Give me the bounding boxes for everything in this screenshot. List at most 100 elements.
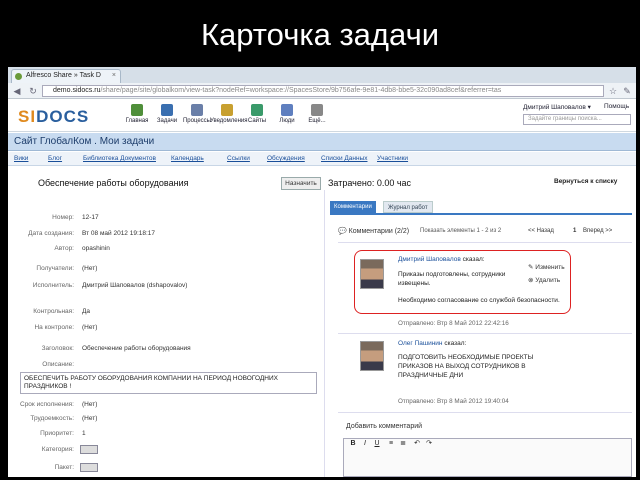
task-title: Обеспечение работы оборудования	[38, 178, 189, 188]
field-value: Дмитрий Шаповалов (dshapovalov)	[82, 282, 188, 289]
field-label: Номер:	[52, 214, 74, 221]
nav-label: Процессы	[182, 118, 211, 124]
browser-tab[interactable]: Alfresco Share » Task D ×	[11, 69, 121, 83]
next-page-link[interactable]: Вперед >>	[583, 228, 612, 234]
nav-4[interactable]: Сайты	[240, 104, 274, 124]
edit-comment-button[interactable]: ✎ Изменить	[528, 263, 565, 271]
user-menu[interactable]: Дмитрий Шаповалов ▾	[523, 103, 591, 111]
field-label: Категория:	[41, 446, 74, 453]
tab-underline	[330, 213, 632, 215]
comment-2-sent: Отправлено: Втр 8 Май 2012 19:40:04	[398, 398, 509, 405]
slide-title: Карточка задачи	[200, 17, 440, 52]
nav-icon	[221, 104, 233, 116]
page-number[interactable]: 1	[573, 228, 576, 234]
site-nav-2[interactable]: Библиотека Документов	[83, 152, 156, 166]
comment-1: Дмитрий Шаповалов сказал:	[398, 256, 485, 263]
category-select[interactable]	[80, 445, 98, 454]
divider	[338, 412, 632, 413]
nav-0[interactable]: Главная	[120, 104, 154, 124]
back-to-list-link[interactable]: Вернуться к списку	[554, 178, 617, 185]
nav-icon	[161, 104, 173, 116]
field-label: Пакет:	[54, 464, 74, 471]
help-link[interactable]: Помощь	[604, 103, 629, 110]
site-title-bar: Сайт ГлобалКом . Мои задачи	[8, 133, 636, 151]
bullet-list-icon[interactable]: ≡	[386, 439, 396, 449]
field-value: (Нет)	[82, 265, 98, 272]
nav-1[interactable]: Задачи	[150, 104, 184, 124]
nav-6[interactable]: Ещё...	[300, 104, 334, 124]
comments-heading: 💬 Комментарии (2/2)	[338, 228, 410, 235]
star-icon[interactable]: ☆	[608, 86, 618, 96]
shown-items: Показать элементы 1 - 2 из 2	[420, 228, 502, 234]
field-value: Да	[82, 308, 91, 315]
comment-author[interactable]: Дмитрий Шаповалов	[398, 256, 461, 263]
sidocs-logo[interactable]: SIDOCS	[18, 107, 89, 127]
search-input[interactable]: Задайте границы поиска...	[523, 114, 631, 125]
nav-icon	[311, 104, 323, 116]
site-nav-0[interactable]: Вики	[14, 152, 28, 166]
field-value: (Нет)	[82, 415, 98, 422]
comment-2-text: ПОДГОТОВИТЬ НЕОБХОДИМЫЕ ПРОЕКТЫ ПРИКАЗОВ…	[398, 354, 534, 379]
site-nav-7[interactable]: Участники	[377, 152, 408, 166]
redo-icon[interactable]: ↷	[424, 439, 434, 449]
site-nav-1[interactable]: Блог	[48, 152, 62, 166]
comment-2: Олег Пашинин сказал:	[398, 340, 467, 347]
nav-label: Сайты	[247, 118, 267, 124]
comment-1-text2: Необходимо согласование со службой безоп…	[398, 297, 560, 304]
description-field[interactable]: ОБЕСПЕЧИТЬ РАБОТУ ОБОРУДОВАНИЯ КОМПАНИИ …	[20, 372, 317, 394]
number-list-icon[interactable]: ≣	[398, 439, 408, 449]
bold-icon[interactable]: B	[348, 439, 358, 449]
prev-page-link[interactable]: << Назад	[528, 228, 554, 234]
site-nav-3[interactable]: Календарь	[171, 152, 204, 166]
add-comment-heading: Добавить комментарий	[346, 423, 423, 430]
field-label: Автор:	[54, 245, 74, 252]
tab-close-icon[interactable]: ×	[112, 70, 116, 82]
nav-label: Главная	[125, 118, 149, 124]
italic-icon[interactable]: I	[360, 439, 370, 449]
field-label: Дата создания:	[28, 230, 74, 237]
field-value: Вт 08 май 2012 19:18:17	[82, 230, 156, 237]
avatar	[360, 259, 384, 289]
comment-1-sent: Отправлено: Втр 8 Май 2012 22:42:16	[398, 320, 509, 327]
field-value: 12-17	[82, 214, 99, 221]
tab-work-log[interactable]: Журнал работ	[383, 201, 433, 213]
nav-2[interactable]: Процессы	[180, 104, 214, 124]
back-arrow-icon[interactable]: ◀	[12, 86, 22, 96]
comment-author[interactable]: Олег Пашинин	[398, 340, 443, 347]
field-label: Трудоемкость:	[30, 415, 74, 422]
field-label: Получатели:	[36, 265, 74, 272]
field-label: Приоритет:	[40, 430, 74, 437]
url-path: /share/page/site/globalkom/view-task?nod…	[100, 87, 502, 94]
nav-icon	[131, 104, 143, 116]
column-divider	[324, 190, 325, 477]
address-bar: ◀ ↻ demo.sidocs.ru/share/page/site/globa…	[8, 83, 636, 99]
tab-comments[interactable]: Комментарии	[330, 201, 376, 213]
browser-screenshot: Alfresco Share » Task D × ◀ ↻ demo.sidoc…	[8, 67, 636, 477]
field-label: Срок исполнения:	[20, 401, 74, 408]
comment-icon: 💬	[338, 228, 349, 235]
wrench-icon[interactable]: ✎	[622, 86, 632, 96]
site-nav-4[interactable]: Ссылки	[227, 152, 250, 166]
field-label: Заголовок:	[41, 345, 74, 352]
app-header: SIDOCS Главная Задачи Процессы Уведомления С…	[8, 100, 636, 132]
nav-3[interactable]: Уведомления	[210, 104, 248, 124]
delete-comment-button[interactable]: ⊗ Удалить	[528, 276, 560, 284]
nav-icon	[251, 104, 263, 116]
underline-icon[interactable]: U	[372, 439, 382, 449]
nav-label: Люди	[279, 118, 295, 124]
url-input[interactable]: demo.sidocs.ru/share/page/site/globalkom…	[42, 85, 604, 97]
divider	[338, 242, 632, 243]
site-nav-6[interactable]: Списки Данных	[321, 152, 368, 166]
nav-icon	[281, 104, 293, 116]
site-navigation: Вики Блог Библиотека Документов Календарь Сс…	[8, 152, 636, 166]
field-label: Исполнитель:	[32, 282, 74, 289]
nav-label: Задачи	[156, 118, 178, 124]
nav-5[interactable]: Люди	[270, 104, 304, 124]
site-nav-5[interactable]: Обсуждения	[267, 152, 305, 166]
field-value: (Нет)	[82, 324, 98, 331]
comment-1-text: Приказы подготовлены, сотрудники извещен…	[398, 271, 506, 287]
reload-icon[interactable]: ↻	[28, 86, 38, 96]
assign-button[interactable]: Назначить	[281, 177, 321, 190]
package-select[interactable]	[80, 463, 98, 472]
undo-icon[interactable]: ↶	[412, 439, 422, 449]
